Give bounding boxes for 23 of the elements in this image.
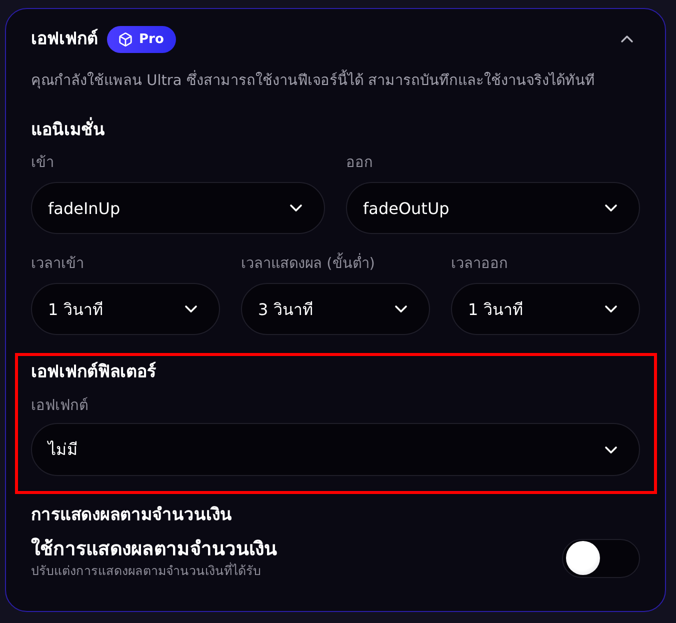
badge-label: Pro xyxy=(139,32,164,46)
plan-description: คุณกำลังใช้แพลน Ultra ซึ่งสามารถใช้งานฟีเจอร์นี้ได้ สามารถบันทึกและใช้งานจริงได้ทันที xyxy=(31,70,640,92)
dropdown-select[interactable]: ไม่มี xyxy=(31,423,640,476)
section-title: เอฟเฟกต์ xyxy=(31,28,98,51)
cube-icon xyxy=(118,32,133,46)
section-heading: แอนิเมชั่น xyxy=(31,118,640,142)
field-label: เวลาออก xyxy=(451,255,509,274)
dropdown-select[interactable]: fadeInUp xyxy=(31,182,325,234)
field-label: เวลาเข้า xyxy=(31,254,85,274)
setting-label: ใช้การแสดงผลตามจำนวนเงิน xyxy=(31,536,278,562)
toggle-knob xyxy=(566,541,600,575)
field-label: เวลาแสดงผล (ขั้นต่ำ) xyxy=(241,253,430,275)
toggle-switch[interactable] xyxy=(562,538,640,578)
dropdown-select[interactable]: 1 วินาที xyxy=(451,283,640,335)
dropdown-select[interactable]: 1 วินาที xyxy=(31,283,220,335)
setting-description: ปรับแต่งการแสดงผลตามจำนวนเงินที่ได้รับ xyxy=(31,562,262,580)
dropdown-select[interactable]: 3 วินาที xyxy=(241,283,430,335)
section-heading: การแสดงผลตามจำนวนเงิน xyxy=(31,504,233,527)
dropdown-select[interactable]: fadeOutUp xyxy=(346,182,640,234)
field-label: เอฟเฟกต์ xyxy=(31,396,89,416)
field-label: เข้า xyxy=(31,154,55,173)
field-label: ออก xyxy=(346,154,374,173)
section-heading: เอฟเฟกต์ฟิลเตอร์ xyxy=(31,360,157,384)
